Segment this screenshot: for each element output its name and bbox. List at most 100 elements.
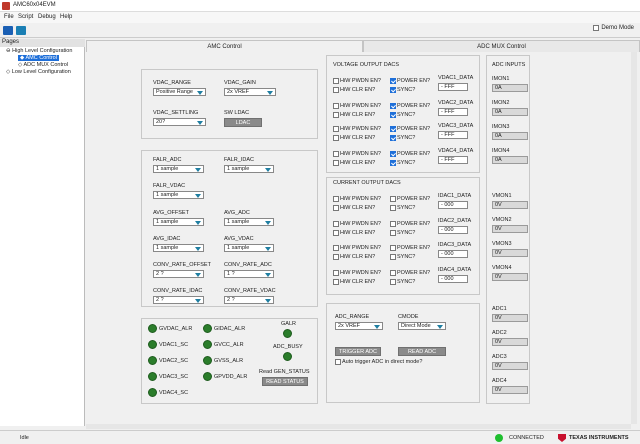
avg-vdac-select[interactable]: 1 sample [224, 244, 274, 252]
idac4-power-option[interactable]: POWER EN? [390, 270, 430, 276]
read-adc-button[interactable]: READ ADC [398, 347, 446, 356]
vdac2-power-checkbox[interactable] [390, 103, 396, 109]
vdac4-hiw-clr-checkbox[interactable] [333, 160, 339, 166]
vdac2-hiw-pwdn-option[interactable]: HiW PWDN EN? [333, 103, 381, 109]
tree-item-adc-mux[interactable]: ◇ ADC MUX Control [18, 62, 68, 68]
menu-help[interactable]: Help [60, 14, 72, 20]
vdac2-data-input[interactable]: - FFF [438, 108, 468, 116]
tree-item-high-level[interactable]: ⊖ High Level Configuration [6, 48, 72, 54]
idac2-sync-option[interactable]: SYNC? [390, 230, 415, 236]
idac2-hiw-pwdn-option[interactable]: HiW PWDN EN? [333, 221, 381, 227]
vdac3-hiw-clr-checkbox[interactable] [333, 135, 339, 141]
avg-idac-select[interactable]: 1 sample [153, 244, 204, 252]
idac2-hiw-clr-option[interactable]: HiW CLR EN? [333, 230, 375, 236]
idac3-hiw-clr-option[interactable]: HiW CLR EN? [333, 254, 375, 260]
idac1-sync-option[interactable]: SYNC? [390, 205, 415, 211]
idac2-data-input[interactable]: - 000 [438, 226, 468, 234]
demo-mode-checkbox[interactable] [593, 25, 600, 31]
idac3-hiw-clr-checkbox[interactable] [333, 254, 339, 260]
read-status-button[interactable]: READ STATUS [262, 377, 308, 386]
vdac4-power-checkbox[interactable] [390, 151, 396, 157]
idac3-hiw-pwdn-checkbox[interactable] [333, 245, 339, 251]
vdac3-hiw-clr-option[interactable]: HiW CLR EN? [333, 135, 375, 141]
idac2-power-option[interactable]: POWER EN? [390, 221, 430, 227]
conv-idac-select[interactable]: 2 ? [153, 296, 204, 304]
vdac3-data-input[interactable]: - FFF [438, 131, 468, 139]
vdac4-power-option[interactable]: POWER EN? [390, 151, 430, 157]
idac4-sync-checkbox[interactable] [390, 279, 396, 285]
vdac-settling-select[interactable]: 20? [153, 118, 206, 126]
vdac4-data-input[interactable]: - FFF [438, 156, 468, 164]
idac3-power-checkbox[interactable] [390, 245, 396, 251]
vdac4-sync-option[interactable]: SYNC? [390, 160, 415, 166]
vdac4-hiw-clr-option[interactable]: HiW CLR EN? [333, 160, 375, 166]
idac3-hiw-pwdn-option[interactable]: HiW PWDN EN? [333, 245, 381, 251]
horizontal-scrollbar[interactable] [86, 424, 631, 429]
tree-item-amc-control[interactable]: ◆ AMC Control [18, 55, 59, 61]
vdac3-hiw-pwdn-option[interactable]: HiW PWDN EN? [333, 126, 381, 132]
idac4-hiw-clr-option[interactable]: HiW CLR EN? [333, 279, 375, 285]
idac3-data-input[interactable]: - 000 [438, 250, 468, 258]
idac2-hiw-pwdn-checkbox[interactable] [333, 221, 339, 227]
demo-mode-toggle[interactable]: Demo Mode [593, 25, 634, 31]
idac1-hiw-clr-option[interactable]: HiW CLR EN? [333, 205, 375, 211]
idac4-hiw-clr-checkbox[interactable] [333, 279, 339, 285]
adc-range-select[interactable]: 2x VREF [335, 322, 383, 330]
idac4-data-input[interactable]: - 000 [438, 275, 468, 283]
idac2-hiw-clr-checkbox[interactable] [333, 230, 339, 236]
menu-debug[interactable]: Debug [38, 14, 56, 20]
auto-trigger-option[interactable]: Auto trigger ADC in direct mode? [335, 359, 422, 365]
idac1-data-input[interactable]: - 000 [438, 201, 468, 209]
vdac-gain-select[interactable]: 2x VREF [224, 88, 276, 96]
idac3-sync-option[interactable]: SYNC? [390, 254, 415, 260]
idac2-power-checkbox[interactable] [390, 221, 396, 227]
conv-offset-select[interactable]: 2 ? [153, 270, 204, 278]
idac4-hiw-pwdn-checkbox[interactable] [333, 270, 339, 276]
idac1-power-checkbox[interactable] [390, 196, 396, 202]
vdac2-sync-checkbox[interactable] [390, 112, 396, 118]
cmode-select[interactable]: Direct Mode [398, 322, 446, 330]
vdac1-sync-option[interactable]: SYNC? [390, 87, 415, 93]
vdac1-power-checkbox[interactable] [390, 78, 396, 84]
vdac4-hiw-pwdn-option[interactable]: HiW PWDN EN? [333, 151, 381, 157]
idac1-hiw-pwdn-option[interactable]: HiW PWDN EN? [333, 196, 381, 202]
tree-item-low-level[interactable]: ◇ Low Level Configuration [6, 69, 71, 75]
idac1-hiw-pwdn-checkbox[interactable] [333, 196, 339, 202]
idac3-sync-checkbox[interactable] [390, 254, 396, 260]
idac1-sync-checkbox[interactable] [390, 205, 396, 211]
idac4-hiw-pwdn-option[interactable]: HiW PWDN EN? [333, 270, 381, 276]
vdac1-hiw-clr-option[interactable]: HiW CLR EN? [333, 87, 375, 93]
vdac1-hiw-pwdn-checkbox[interactable] [333, 78, 339, 84]
idac4-sync-option[interactable]: SYNC? [390, 279, 415, 285]
vdac3-power-checkbox[interactable] [390, 126, 396, 132]
idac1-hiw-clr-checkbox[interactable] [333, 205, 339, 211]
vertical-scrollbar[interactable] [631, 52, 637, 424]
idac2-sync-checkbox[interactable] [390, 230, 396, 236]
avg-offset-select[interactable]: 1 sample [153, 218, 204, 226]
avg-adc-select[interactable]: 1 sample [224, 218, 274, 226]
tab-adc-mux-control[interactable]: ADC MUX Control [363, 40, 640, 52]
auto-trigger-checkbox[interactable] [335, 359, 341, 365]
open-folder-icon[interactable] [16, 26, 26, 35]
idac4-power-checkbox[interactable] [390, 270, 396, 276]
vdac3-sync-option[interactable]: SYNC? [390, 135, 415, 141]
idac1-power-option[interactable]: POWER EN? [390, 196, 430, 202]
ldac-button[interactable]: LDAC [224, 118, 262, 127]
vdac3-hiw-pwdn-checkbox[interactable] [333, 126, 339, 132]
conv-vdac-select[interactable]: 2 ? [224, 296, 274, 304]
vdac4-sync-checkbox[interactable] [390, 160, 396, 166]
falr-vdac-select[interactable]: 1 sample [153, 191, 204, 199]
vdac-range-select[interactable]: Positive Range [153, 88, 206, 96]
conv-adc-select[interactable]: 1 ? [224, 270, 274, 278]
falr-adc-select[interactable]: 1 sample [153, 165, 204, 173]
vdac2-hiw-clr-option[interactable]: HiW CLR EN? [333, 112, 375, 118]
vdac3-power-option[interactable]: POWER EN? [390, 126, 430, 132]
menu-file[interactable]: File [4, 14, 14, 20]
vdac4-hiw-pwdn-checkbox[interactable] [333, 151, 339, 157]
vdac1-sync-checkbox[interactable] [390, 87, 396, 93]
vdac2-hiw-pwdn-checkbox[interactable] [333, 103, 339, 109]
trigger-adc-button[interactable]: TRIGGER ADC [335, 347, 381, 356]
save-icon[interactable] [3, 26, 13, 35]
vdac2-hiw-clr-checkbox[interactable] [333, 112, 339, 118]
vdac3-sync-checkbox[interactable] [390, 135, 396, 141]
